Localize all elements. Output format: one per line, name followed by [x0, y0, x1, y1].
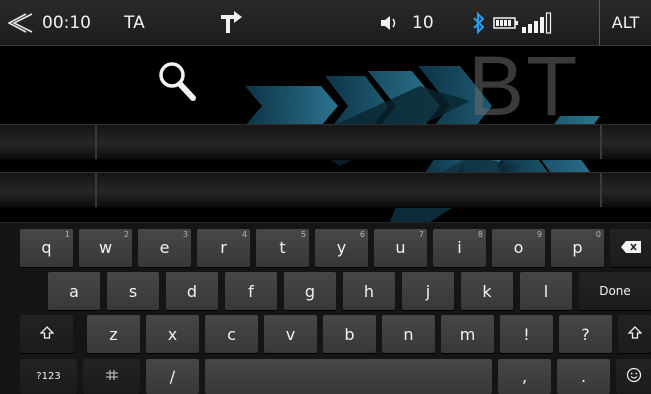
- key-period[interactable]: .: [557, 359, 610, 394]
- ta-indicator[interactable]: TA: [124, 0, 145, 45]
- key-u[interactable]: u7: [374, 229, 427, 267]
- alt-button[interactable]: ALT: [600, 0, 651, 45]
- key-t[interactable]: t5: [256, 229, 309, 267]
- key-z[interactable]: z: [87, 315, 140, 353]
- key-l[interactable]: l: [520, 272, 572, 310]
- key-d[interactable]: d: [166, 272, 218, 310]
- key-s[interactable]: s: [107, 272, 159, 310]
- key-v[interactable]: v: [264, 315, 317, 353]
- band-separator: [600, 125, 602, 159]
- band-separator: [600, 173, 602, 207]
- signal-icon: [519, 0, 555, 45]
- bluetooth-icon: [470, 0, 488, 45]
- shift-icon: [38, 325, 55, 343]
- keyboard-settings-key[interactable]: [83, 359, 140, 394]
- shift-key-left[interactable]: [20, 315, 73, 353]
- key-n[interactable]: n: [382, 315, 435, 353]
- key-exclamation[interactable]: !: [500, 315, 553, 353]
- key-a[interactable]: a: [48, 272, 100, 310]
- key-j[interactable]: j: [402, 272, 454, 310]
- keyboard-settings-icon: [105, 369, 119, 384]
- backspace-icon: [620, 240, 641, 256]
- key-r[interactable]: r4: [197, 229, 250, 267]
- key-y[interactable]: y6: [315, 229, 368, 267]
- volume-level: 10: [412, 12, 434, 33]
- battery-icon: [493, 0, 519, 45]
- key-o[interactable]: o9: [492, 229, 545, 267]
- on-screen-keyboard: q1 w2 e3 r4 t5 y6 u7 i8 o9 p0 a s d f g …: [0, 222, 651, 394]
- back-chevron-icon[interactable]: [6, 0, 36, 45]
- shift-icon: [626, 325, 643, 343]
- key-i[interactable]: i8: [433, 229, 486, 267]
- key-p[interactable]: p0: [551, 229, 604, 267]
- key-k[interactable]: k: [461, 272, 513, 310]
- done-key[interactable]: Done: [579, 272, 651, 310]
- symbols-key[interactable]: ?123: [20, 359, 77, 394]
- space-key[interactable]: [205, 359, 492, 394]
- key-f[interactable]: f: [225, 272, 277, 310]
- key-q[interactable]: q1: [20, 229, 73, 267]
- shift-key-right[interactable]: [618, 315, 651, 353]
- list-band-1[interactable]: [0, 124, 651, 160]
- key-b[interactable]: b: [323, 315, 376, 353]
- key-e[interactable]: e3: [138, 229, 191, 267]
- bt-watermark: BT: [468, 46, 580, 133]
- list-band-2[interactable]: [0, 172, 651, 208]
- emoji-icon: [626, 367, 642, 386]
- backspace-key[interactable]: [610, 229, 651, 267]
- status-bar: 00:10 TA 10 ALT: [0, 0, 651, 46]
- content-area: BT: [0, 46, 651, 222]
- band-separator: [95, 173, 97, 207]
- speaker-icon[interactable]: [377, 0, 401, 45]
- key-c[interactable]: c: [205, 315, 258, 353]
- band-separator: [95, 125, 97, 159]
- key-comma[interactable]: ,: [498, 359, 551, 394]
- clock: 00:10: [42, 12, 91, 33]
- key-question[interactable]: ?: [559, 315, 612, 353]
- key-g[interactable]: g: [284, 272, 336, 310]
- search-icon[interactable]: [157, 60, 199, 104]
- key-slash[interactable]: /: [146, 359, 199, 394]
- emoji-key[interactable]: [616, 359, 651, 394]
- key-m[interactable]: m: [441, 315, 494, 353]
- key-w[interactable]: w2: [79, 229, 132, 267]
- key-x[interactable]: x: [146, 315, 199, 353]
- turn-right-icon[interactable]: [217, 0, 245, 45]
- key-h[interactable]: h: [343, 272, 395, 310]
